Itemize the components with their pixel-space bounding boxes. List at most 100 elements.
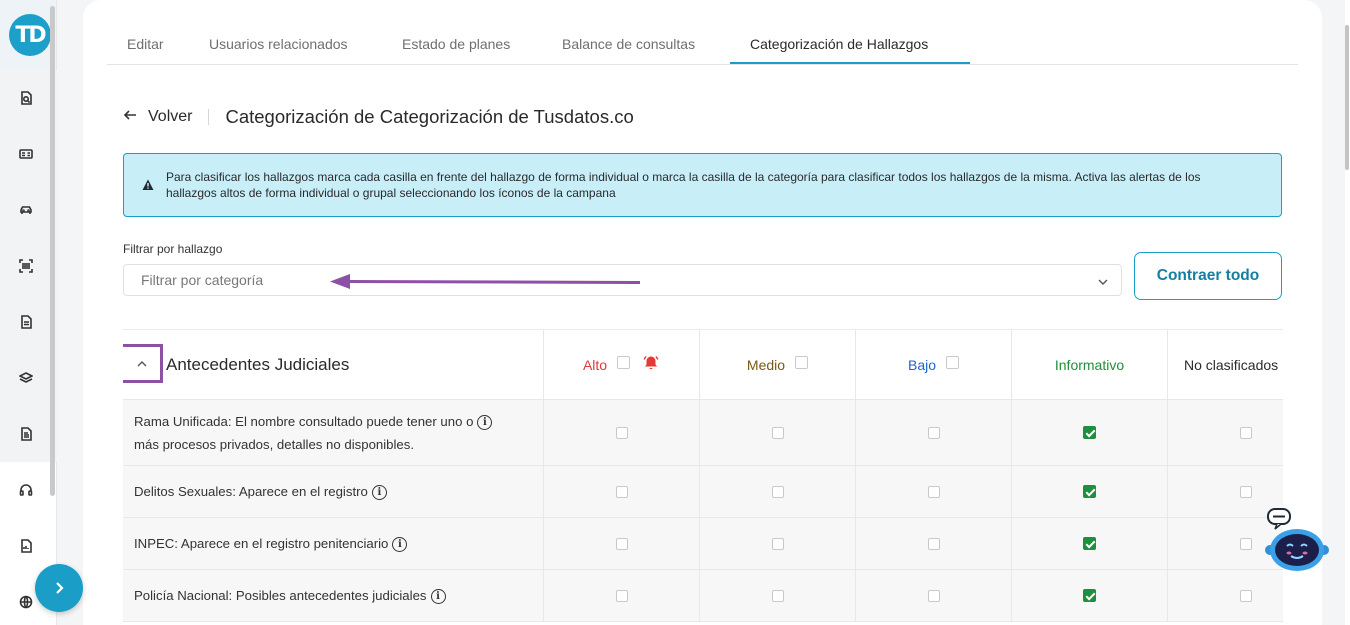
checkbox-alto[interactable]	[615, 537, 628, 550]
category-checkbox-bajo[interactable]	[946, 356, 960, 369]
findings-table: Antecedentes Judiciales Alto Medio Bajo	[123, 329, 1283, 625]
checkbox-no-clasificados[interactable]	[1239, 485, 1252, 498]
info-icon[interactable]: i	[371, 485, 387, 501]
checkbox-cell-alto	[544, 400, 700, 465]
category-title: Antecedentes Judiciales	[166, 354, 350, 374]
checkbox-bajo[interactable]	[927, 426, 940, 439]
collapse-category-button[interactable]	[123, 344, 163, 383]
checkbox-bajo[interactable]	[927, 485, 940, 498]
checkbox-cell-alto	[544, 466, 700, 517]
checkbox-informativo[interactable]	[1083, 426, 1096, 439]
tab-estado-de-planes[interactable]: Estado de planes	[402, 36, 510, 52]
checkbox-bajo[interactable]	[927, 589, 940, 602]
tab-editar[interactable]: Editar	[127, 36, 164, 52]
finding-text: Rama Unificada: El nombre consultado pue…	[134, 410, 493, 456]
table-row: Rama Unificada: El nombre consultado pue…	[123, 400, 1283, 466]
table-row: INPEC: Aparece en el registro penitencia…	[123, 518, 1283, 570]
info-icon[interactable]: i	[477, 414, 493, 430]
car-icon[interactable]	[0, 182, 57, 238]
checkbox-cell-informativo	[1012, 400, 1168, 465]
info-alert: Para clasificar los hallazgos marca cada…	[123, 153, 1282, 217]
finding-text: INPEC: Aparece en el registro penitencia…	[134, 532, 408, 555]
checkbox-cell-medio	[700, 570, 856, 621]
back-button[interactable]: Volver	[148, 108, 192, 126]
page-scrollbar[interactable]	[1345, 0, 1350, 625]
page-header: Volver Categorización de Categorización …	[123, 106, 634, 128]
checkbox-cell-bajo	[856, 570, 1012, 621]
level-label-bajo: Bajo	[907, 356, 937, 373]
collapse-all-button[interactable]: Contraer todo	[1134, 252, 1282, 300]
document-icon[interactable]	[0, 294, 57, 350]
checkbox-cell-informativo	[1012, 570, 1168, 621]
page-title: Categorización de Categorización de Tusd…	[225, 106, 634, 127]
checkbox-cell-alto	[544, 570, 700, 621]
checkbox-cell-informativo	[1012, 466, 1168, 517]
category-checkbox-alto[interactable]	[617, 356, 631, 369]
checkbox-alto[interactable]	[615, 426, 628, 439]
level-label-informativo: Informativo	[1054, 356, 1125, 373]
checkbox-informativo[interactable]	[1083, 537, 1096, 550]
file-text-icon[interactable]	[0, 406, 57, 462]
barcode-scan-icon[interactable]	[0, 238, 57, 294]
level-header-medio: Medio	[700, 330, 856, 399]
checkbox-no-clasificados[interactable]	[1239, 426, 1252, 439]
app-logo[interactable]: TD	[9, 14, 51, 56]
checkbox-cell-medio	[700, 518, 856, 569]
checkbox-cell-alto	[544, 518, 700, 569]
category-title-cell: Antecedentes Judiciales	[123, 330, 544, 399]
checkbox-informativo[interactable]	[1083, 589, 1096, 602]
checkbox-cell-medio	[700, 400, 856, 465]
tab-usuarios-relacionados[interactable]: Usuarios relacionados	[209, 36, 348, 52]
level-label-medio: Medio	[746, 356, 786, 373]
checkbox-alto[interactable]	[615, 485, 628, 498]
layers-icon[interactable]	[0, 350, 57, 406]
tab-bar: Editar Usuarios relacionados Estado de p…	[107, 24, 1298, 65]
checkbox-medio[interactable]	[771, 426, 784, 439]
info-icon[interactable]: i	[392, 537, 408, 553]
level-header-alto: Alto	[544, 330, 700, 399]
checkbox-informativo[interactable]	[1083, 485, 1096, 498]
checkbox-no-clasificados[interactable]	[1239, 537, 1252, 550]
tab-balance-de-consultas[interactable]: Balance de consultas	[562, 36, 695, 52]
tab-categorizacion-de-hallazgos[interactable]: Categorización de Hallazgos	[750, 36, 928, 52]
checkbox-cell-medio	[700, 466, 856, 517]
logo-area: TD	[0, 0, 56, 70]
document-search-icon[interactable]	[0, 70, 57, 126]
active-tab-indicator	[730, 62, 970, 64]
level-header-informativo: Informativo	[1012, 330, 1168, 399]
expand-sidebar-button[interactable]	[35, 564, 83, 612]
checkbox-cell-bajo	[856, 466, 1012, 517]
category-header-row: Antecedentes Judiciales Alto Medio Bajo	[123, 330, 1283, 400]
annotation-arrow-icon	[330, 274, 641, 289]
page-scrollbar-thumb[interactable]	[1345, 25, 1349, 170]
checkbox-alto[interactable]	[615, 589, 628, 602]
checkbox-bajo[interactable]	[927, 537, 940, 550]
finding-cell: INPEC: Aparece en el registro penitencia…	[123, 518, 544, 569]
level-header-no-clasificados: No clasificados	[1168, 330, 1283, 399]
chevron-down-icon[interactable]	[1097, 275, 1109, 293]
checkbox-medio[interactable]	[771, 589, 784, 602]
info-icon[interactable]: i	[430, 589, 446, 605]
finding-text: Policía Nacional: Posibles antecedentes …	[134, 584, 446, 607]
sidebar-nav	[0, 70, 57, 625]
checkbox-cell-bajo	[856, 400, 1012, 465]
checkbox-no-clasificados[interactable]	[1239, 589, 1252, 602]
checkbox-medio[interactable]	[771, 537, 784, 550]
chatbot-assistant-icon[interactable]	[1262, 506, 1332, 576]
warning-icon	[142, 179, 154, 190]
category-checkbox-medio[interactable]	[795, 356, 809, 369]
checkbox-medio[interactable]	[771, 485, 784, 498]
checkbox-cell-no-clasificados	[1168, 570, 1283, 621]
finding-cell: Rama Unificada: El nombre consultado pue…	[123, 400, 544, 465]
sidebar-scrollbar[interactable]	[50, 6, 55, 496]
table-row: Policía Nacional: Posibles antecedentes …	[123, 570, 1283, 622]
bell-alert-icon[interactable]	[642, 354, 660, 372]
level-label-alto: Alto	[582, 356, 608, 373]
arrow-left-icon[interactable]	[123, 108, 137, 127]
headset-icon[interactable]	[0, 462, 57, 518]
id-card-icon[interactable]	[0, 126, 57, 182]
chevron-right-icon	[56, 582, 64, 594]
level-header-bajo: Bajo	[856, 330, 1012, 399]
filter-label: Filtrar por hallazgo	[123, 242, 223, 256]
checkbox-cell-informativo	[1012, 518, 1168, 569]
